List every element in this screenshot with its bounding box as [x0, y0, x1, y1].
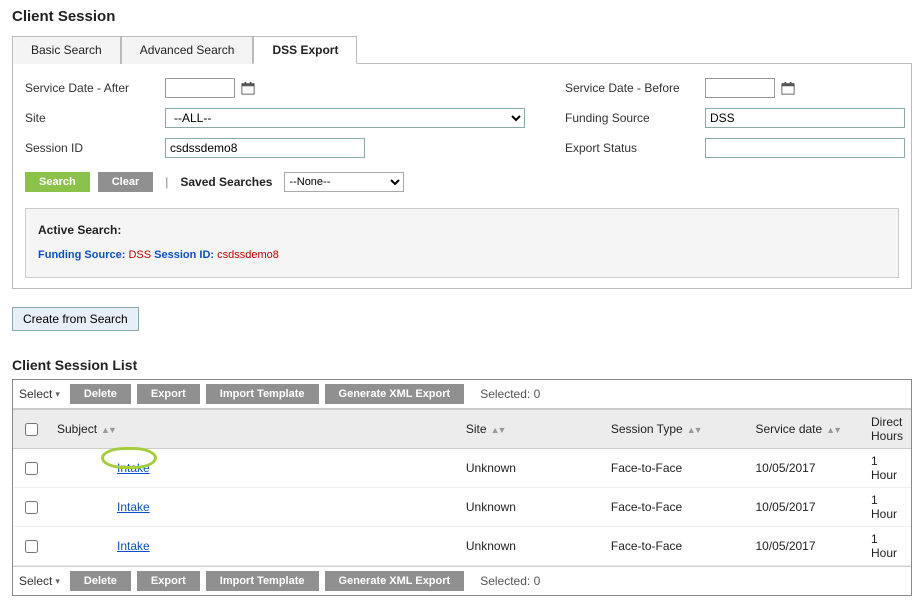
list-toolbar-bottom: Select ▾ Delete Export Import Template G…: [13, 566, 911, 595]
col-direct-hours[interactable]: Direct Hours: [863, 410, 911, 449]
col-service-date[interactable]: Service date▲▼: [747, 410, 863, 449]
generate-xml-button[interactable]: Generate XML Export: [325, 571, 465, 591]
row-checkbox[interactable]: [25, 501, 38, 514]
table-row: Intake UnknownFace-to-Face10/05/20171 Hou…: [13, 527, 911, 566]
cell-service-date: 10/05/2017: [747, 449, 863, 488]
saved-searches-label: Saved Searches: [180, 175, 272, 189]
selected-count-label: Selected: 0: [480, 387, 540, 401]
cell-session-type: Face-to-Face: [603, 488, 748, 527]
export-button[interactable]: Export: [137, 571, 200, 591]
cell-site: Unknown: [458, 488, 603, 527]
delete-button[interactable]: Delete: [70, 571, 131, 591]
clear-button[interactable]: Clear: [98, 172, 154, 192]
session-id-input[interactable]: [165, 138, 365, 158]
active-search-session-val: csdssdemo8: [217, 249, 279, 261]
create-from-search-button[interactable]: Create from Search: [12, 307, 139, 331]
list-toolbar-top: Select ▾ Delete Export Import Template G…: [13, 380, 911, 409]
cell-site: Unknown: [458, 527, 603, 566]
funding-source-input[interactable]: [705, 108, 905, 128]
table-row: Intake UnknownFace-to-Face10/05/20171 Hou…: [13, 488, 911, 527]
sort-icon: ▲▼: [826, 425, 840, 435]
cell-direct-hours: 1 Hour: [863, 449, 911, 488]
select-dropdown[interactable]: Select ▾: [19, 574, 60, 588]
active-search-funding-val: DSS: [128, 249, 151, 261]
search-button[interactable]: Search: [25, 172, 90, 192]
cell-session-type: Face-to-Face: [603, 449, 748, 488]
service-date-before-input[interactable]: [705, 78, 775, 98]
tab-advanced-search[interactable]: Advanced Search: [121, 36, 254, 64]
service-date-after-label: Service Date - After: [25, 81, 165, 95]
export-button[interactable]: Export: [137, 384, 200, 404]
active-search-title: Active Search:: [38, 223, 886, 237]
calendar-icon[interactable]: [781, 81, 795, 95]
selected-count-label: Selected: 0: [480, 574, 540, 588]
active-search-panel: Active Search: Funding Source: DSS Sessi…: [25, 208, 899, 278]
import-template-button[interactable]: Import Template: [206, 384, 319, 404]
export-status-label: Export Status: [565, 141, 705, 155]
generate-xml-button[interactable]: Generate XML Export: [325, 384, 465, 404]
session-list-panel: Select ▾ Delete Export Import Template G…: [12, 379, 912, 596]
cell-service-date: 10/05/2017: [747, 488, 863, 527]
chevron-down-icon: ▾: [55, 389, 60, 400]
subject-link[interactable]: Intake: [117, 461, 150, 475]
active-search-session-key: Session ID:: [154, 249, 214, 261]
saved-searches-select[interactable]: --None--: [284, 172, 404, 192]
service-date-before-label: Service Date - Before: [565, 81, 705, 95]
table-row: Intake UnknownFace-to-Face10/05/20171 Hou…: [13, 449, 911, 488]
cell-session-type: Face-to-Face: [603, 527, 748, 566]
site-label: Site: [25, 111, 165, 125]
row-checkbox[interactable]: [25, 462, 38, 475]
sort-icon: ▲▼: [687, 425, 701, 435]
tab-basic-search[interactable]: Basic Search: [12, 36, 121, 64]
tab-dss-export[interactable]: DSS Export: [253, 36, 357, 64]
col-subject[interactable]: Subject▲▼: [49, 410, 458, 449]
tab-bar: Basic Search Advanced Search DSS Export: [12, 35, 912, 64]
select-dropdown[interactable]: Select ▾: [19, 387, 60, 401]
delete-button[interactable]: Delete: [70, 384, 131, 404]
col-site[interactable]: Site▲▼: [458, 410, 603, 449]
subject-link[interactable]: Intake: [117, 500, 150, 514]
cell-direct-hours: 1 Hour: [863, 527, 911, 566]
session-table: Subject▲▼ Site▲▼ Session Type▲▼ Service …: [13, 409, 911, 566]
page-title: Client Session: [12, 8, 912, 25]
cell-direct-hours: 1 Hour: [863, 488, 911, 527]
sort-icon: ▲▼: [101, 425, 115, 435]
funding-source-label: Funding Source: [565, 111, 705, 125]
cell-service-date: 10/05/2017: [747, 527, 863, 566]
cell-site: Unknown: [458, 449, 603, 488]
separator: |: [165, 175, 168, 189]
calendar-icon[interactable]: [241, 81, 255, 95]
session-id-label: Session ID: [25, 141, 165, 155]
row-checkbox[interactable]: [25, 540, 38, 553]
export-status-input[interactable]: [705, 138, 905, 158]
chevron-down-icon: ▾: [55, 576, 60, 587]
search-panel: Service Date - After Site --ALL-- Sessio…: [12, 64, 912, 289]
service-date-after-input[interactable]: [165, 78, 235, 98]
sort-icon: ▲▼: [491, 425, 505, 435]
subject-link[interactable]: Intake: [117, 539, 150, 553]
select-all-checkbox[interactable]: [25, 423, 38, 436]
col-session-type[interactable]: Session Type▲▼: [603, 410, 748, 449]
import-template-button[interactable]: Import Template: [206, 571, 319, 591]
active-search-funding-key: Funding Source:: [38, 249, 125, 261]
list-section-title: Client Session List: [12, 357, 912, 373]
site-select[interactable]: --ALL--: [165, 108, 525, 128]
